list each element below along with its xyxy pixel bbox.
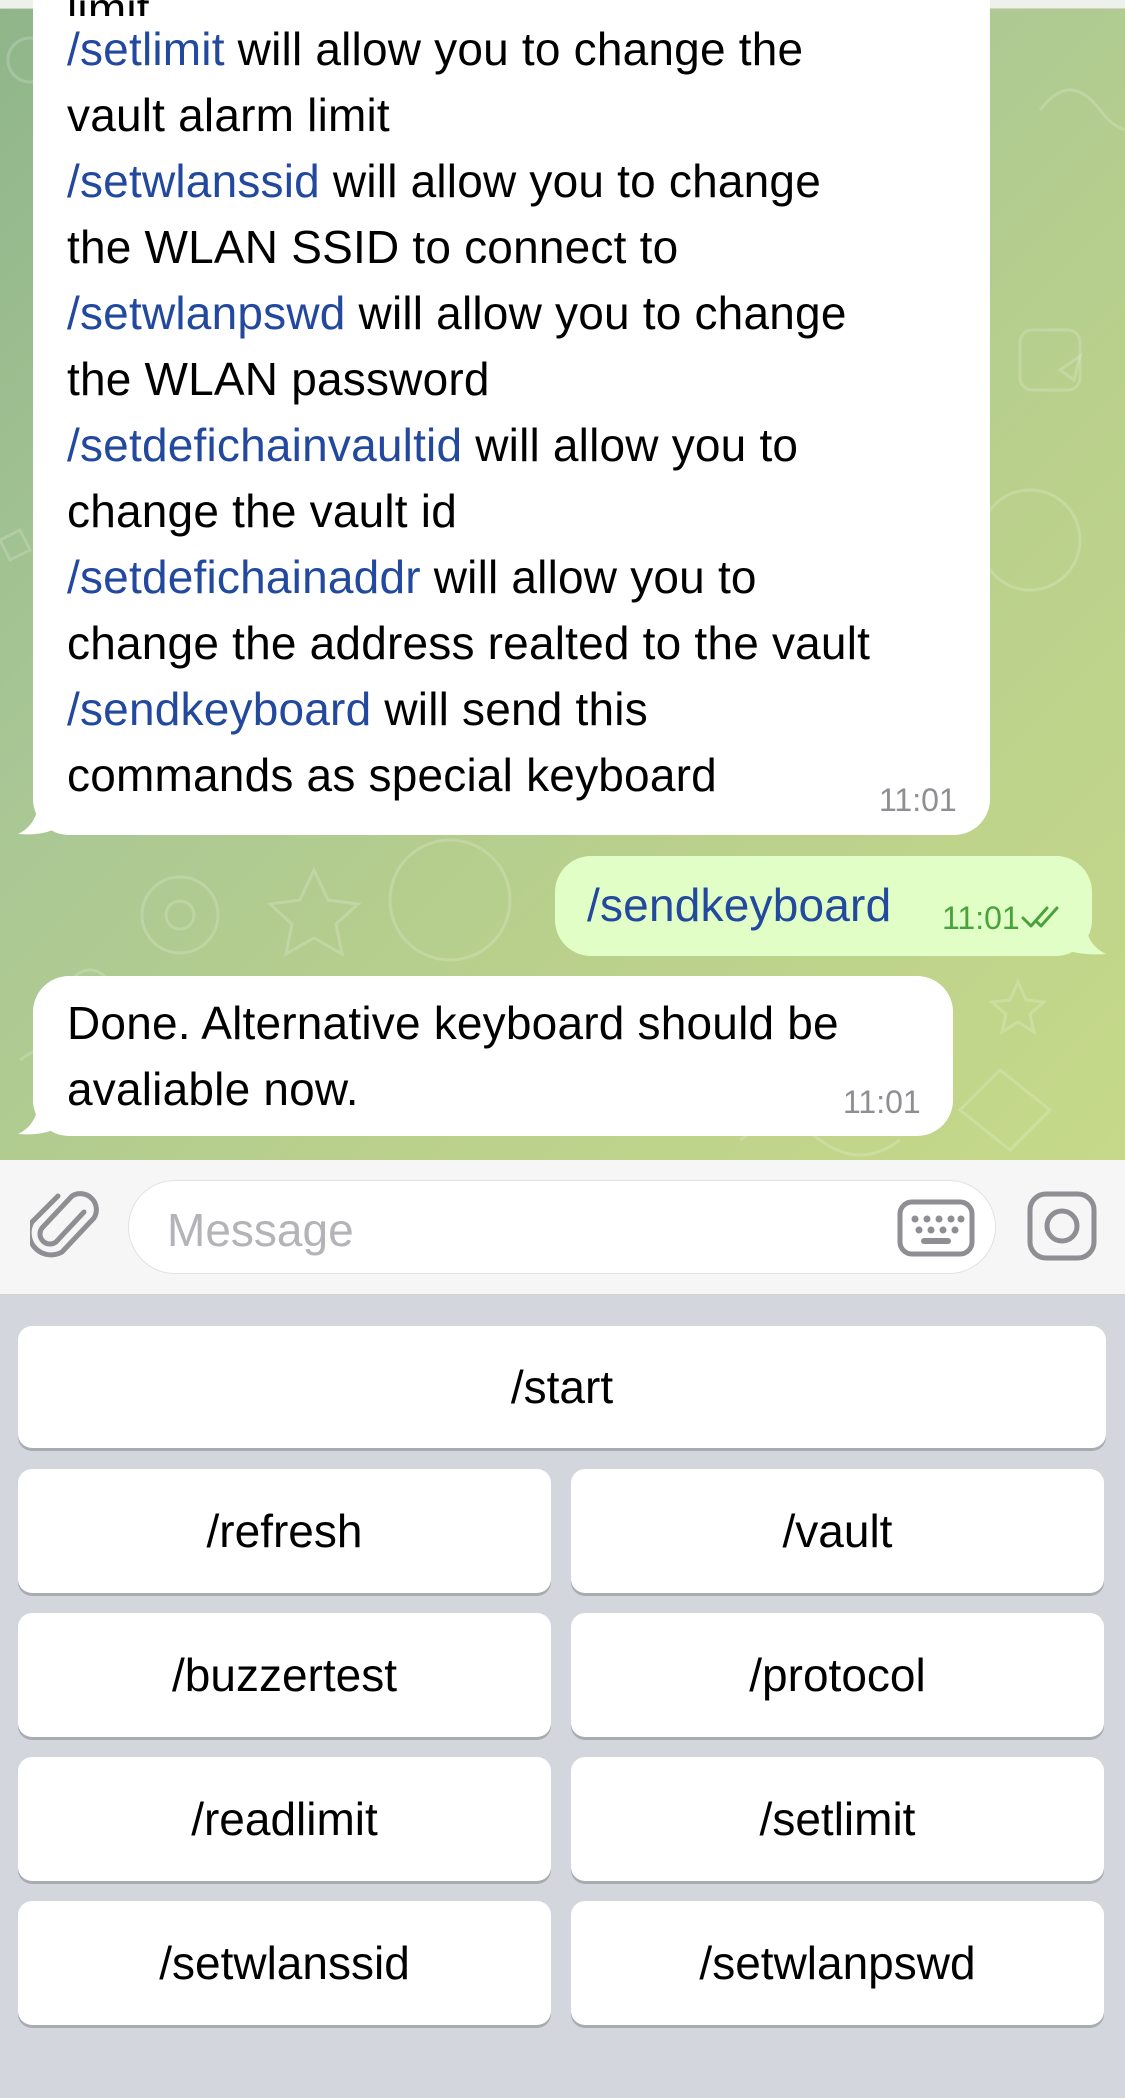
reply-message-bubble: Done. Alternative keyboard should be ava… bbox=[33, 976, 953, 1136]
keyboard-icon[interactable] bbox=[897, 1199, 975, 1257]
command-link[interactable]: /setlimit bbox=[67, 23, 225, 75]
keyboard-button-setwlanssid[interactable]: /setwlanssid bbox=[18, 1901, 551, 2025]
reply-text: Done. Alternative keyboard should be ava… bbox=[67, 997, 839, 1115]
help-line: /sendkeyboard will send this bbox=[67, 683, 648, 735]
help-message-bubble: limit /setlimit will allow you to change… bbox=[33, 0, 990, 835]
help-line: /setwlanssid will allow you to change bbox=[67, 155, 822, 207]
message-time: 11:01 bbox=[879, 782, 957, 818]
custom-reply-keyboard: /start /refresh /vault /buzzertest /prot… bbox=[0, 1295, 1125, 2098]
keyboard-button-buzzertest[interactable]: /buzzertest bbox=[18, 1613, 551, 1737]
keyboard-button-setwlanpswd[interactable]: /setwlanpswd bbox=[571, 1901, 1104, 2025]
help-line: commands as special keyboard bbox=[67, 749, 717, 801]
help-line: the WLAN password bbox=[67, 353, 490, 405]
help-message-text: limit /setlimit will allow you to change… bbox=[67, 0, 956, 808]
command-link[interactable]: /setwlanpswd bbox=[67, 287, 346, 339]
help-line: change the vault id bbox=[67, 485, 457, 537]
keyboard-button-refresh[interactable]: /refresh bbox=[18, 1469, 551, 1593]
message-time: 11:01 bbox=[843, 1084, 921, 1120]
keyboard-button-readlimit[interactable]: /readlimit bbox=[18, 1757, 551, 1881]
message-input[interactable]: Message bbox=[128, 1180, 996, 1274]
sticker-icon[interactable] bbox=[1026, 1190, 1098, 1262]
message-input-bar: Message bbox=[0, 1160, 1125, 1295]
paperclip-icon[interactable] bbox=[30, 1190, 102, 1268]
chat-area[interactable]: limit /setlimit will allow you to change… bbox=[0, 0, 1125, 1160]
help-line: /setlimit will allow you to change the bbox=[67, 23, 804, 75]
command-link[interactable]: /setdefichainaddr bbox=[67, 551, 421, 603]
command-link[interactable]: /setdefichainvaultid bbox=[67, 419, 462, 471]
command-link[interactable]: /sendkeyboard bbox=[67, 683, 371, 735]
outgoing-message-bubble: /sendkeyboard 11:01 bbox=[555, 856, 1092, 956]
help-line: /setdefichainaddr will allow you to bbox=[67, 551, 757, 603]
message-time: 11:01 bbox=[942, 900, 1020, 936]
help-line: change the address realted to the vault bbox=[67, 617, 871, 669]
keyboard-button-start[interactable]: /start bbox=[18, 1326, 1106, 1448]
keyboard-button-setlimit[interactable]: /setlimit bbox=[571, 1757, 1104, 1881]
message-placeholder: Message bbox=[167, 1204, 354, 1256]
outgoing-command-link[interactable]: /sendkeyboard bbox=[587, 872, 891, 938]
keyboard-button-vault[interactable]: /vault bbox=[571, 1469, 1104, 1593]
help-line: /setdefichainvaultid will allow you to bbox=[67, 419, 799, 471]
help-line: the WLAN SSID to connect to bbox=[67, 221, 679, 273]
help-line: /setwlanpswd will allow you to change bbox=[67, 287, 847, 339]
help-line: vault alarm limit bbox=[67, 89, 390, 141]
command-link[interactable]: /setwlanssid bbox=[67, 155, 320, 207]
read-double-check-icon bbox=[1021, 906, 1059, 928]
keyboard-button-protocol[interactable]: /protocol bbox=[571, 1613, 1104, 1737]
truncated-line: limit bbox=[67, 0, 956, 16]
